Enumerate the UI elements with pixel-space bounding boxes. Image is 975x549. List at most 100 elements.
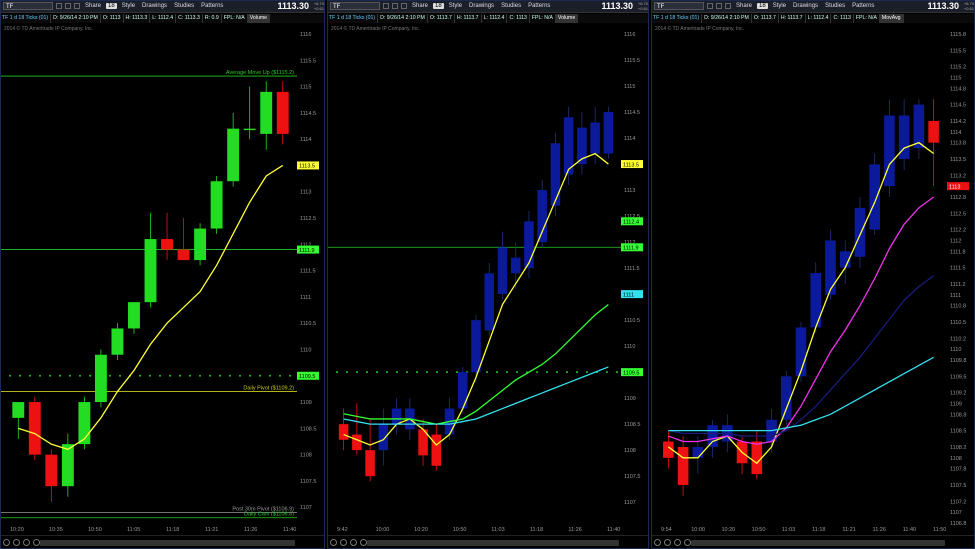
x-tick-label: 10:50 [88, 527, 102, 533]
pivot-dot [279, 374, 281, 377]
pivot-dot [436, 371, 438, 374]
candle-body [854, 207, 866, 257]
price-chart[interactable]: 11161115.511151114.511141113.511131112.5… [327, 0, 649, 549]
x-tick-label: 11:26 [873, 527, 886, 533]
zoom-out-icon[interactable] [664, 539, 671, 546]
y-tick-label: 1107.8 [950, 467, 966, 473]
price-badge-label: 1111 [623, 292, 634, 298]
zoom-in-icon[interactable] [654, 539, 661, 546]
y-tick-label: 1115.2 [950, 65, 966, 71]
zoom-out-icon[interactable] [340, 539, 347, 546]
y-tick-label: 1114.2 [950, 119, 966, 125]
candle-body [338, 424, 349, 440]
candle-body [260, 91, 273, 134]
time-scrollbar[interactable] [691, 540, 945, 546]
x-tick-label: 10:50 [453, 527, 467, 533]
candle-body [61, 444, 74, 487]
chart-panel-2: TF Share 18 Style Drawings Studies Patterns 111… [327, 0, 649, 549]
x-tick-label: 11:03 [782, 527, 795, 533]
x-tick-label: 10:20 [414, 527, 428, 533]
x-tick-label: 11:21 [205, 527, 218, 533]
x-tick-label: 10:00 [376, 527, 390, 533]
candle-body [825, 240, 836, 295]
pivot-dot [396, 371, 398, 374]
candle-body [210, 181, 223, 229]
pivot-dot [79, 374, 81, 377]
y-tick-label: 1107.5 [300, 479, 316, 485]
pivot-dot [219, 374, 221, 377]
y-tick-label: 1107.5 [624, 474, 640, 480]
pivot-dot [9, 374, 11, 377]
x-tick-label: 11:40 [607, 527, 620, 533]
level-label: Daily Pivot ($1109.2) [243, 386, 294, 392]
y-tick-label: 1107.5 [950, 483, 966, 489]
y-tick-label: 1109 [950, 401, 962, 407]
candle-body [227, 128, 240, 182]
y-tick-label: 1108 [300, 453, 312, 459]
candle-body [692, 446, 704, 458]
candle-body [45, 454, 58, 487]
candle-body [510, 257, 521, 274]
price-chart[interactable]: 1115.8 1115.5 1115.2 1115 1114.8 1114.5 1114.2… [651, 0, 975, 549]
hand-icon[interactable] [684, 539, 691, 546]
pivot-dot [456, 371, 458, 374]
y-tick-label: 1115 [950, 75, 961, 81]
pivot-dot [506, 371, 508, 374]
y-tick-label: 1111.2 [950, 282, 966, 288]
pivot-dot [49, 374, 51, 377]
hand-icon[interactable] [360, 539, 367, 546]
y-tick-label: 1110.5 [300, 321, 316, 327]
zoom-in-icon[interactable] [3, 539, 10, 546]
candle-body [677, 446, 689, 485]
pivot-dot [259, 374, 261, 377]
y-tick-label: 1115.5 [950, 48, 966, 54]
y-tick-label: 1111.5 [624, 266, 640, 272]
pan-icon[interactable] [674, 539, 681, 546]
pivot-dot [586, 371, 588, 374]
zoom-out-icon[interactable] [13, 539, 20, 546]
time-scrollbar[interactable] [367, 540, 619, 546]
moving-average-line [668, 196, 935, 445]
pivot-dot [576, 371, 578, 374]
price-badge-label: 1112.4 [623, 219, 639, 225]
candle-body [28, 402, 41, 455]
y-tick-label: 1110.5 [624, 318, 640, 324]
price-badge-label: 1113.5 [299, 164, 315, 170]
pivot-dot [336, 371, 338, 374]
candle-body [471, 320, 481, 373]
y-tick-label: 1113.5 [950, 157, 966, 163]
price-badge-label: 1113.5 [623, 162, 639, 168]
candle-body [603, 112, 614, 154]
x-tick-label: 11:03 [491, 527, 504, 533]
x-tick-label: 11:18 [530, 527, 543, 533]
y-tick-label: 1108.5 [950, 429, 966, 435]
hand-icon[interactable] [33, 539, 40, 546]
candle-body [378, 424, 389, 451]
candle-body [524, 221, 534, 269]
x-tick-label: 10:50 [752, 527, 766, 533]
price-chart[interactable]: 11161115.511151114.511141113.511131112.5… [0, 0, 325, 549]
time-scrollbar[interactable] [40, 540, 295, 546]
zoom-in-icon[interactable] [330, 539, 337, 546]
x-tick-label: 11:05 [127, 527, 140, 533]
pivot-dot [289, 374, 291, 377]
y-tick-label: 1112.8 [950, 195, 966, 201]
y-tick-label: 1114.5 [300, 111, 316, 117]
pivot-dot [486, 371, 488, 374]
pivot-dot [616, 371, 618, 374]
y-tick-label: 1116 [624, 32, 635, 38]
pivot-dot [606, 371, 608, 374]
candle-body [276, 91, 289, 134]
price-badge-label: 1111.9 [623, 245, 639, 251]
pivot-dot [249, 374, 251, 377]
x-tick-label: 10:35 [49, 527, 63, 533]
y-tick-label: 1112.5 [300, 216, 316, 222]
level-label: Daily Cam ($1106.8) [244, 512, 294, 518]
x-tick-label: 10:00 [691, 527, 705, 533]
pivot-dot [149, 374, 151, 377]
pan-icon[interactable] [350, 539, 357, 546]
y-tick-label: 1108.5 [300, 426, 316, 432]
pan-icon[interactable] [23, 539, 30, 546]
candle-body [128, 302, 140, 329]
y-tick-label: 1114 [300, 137, 311, 143]
